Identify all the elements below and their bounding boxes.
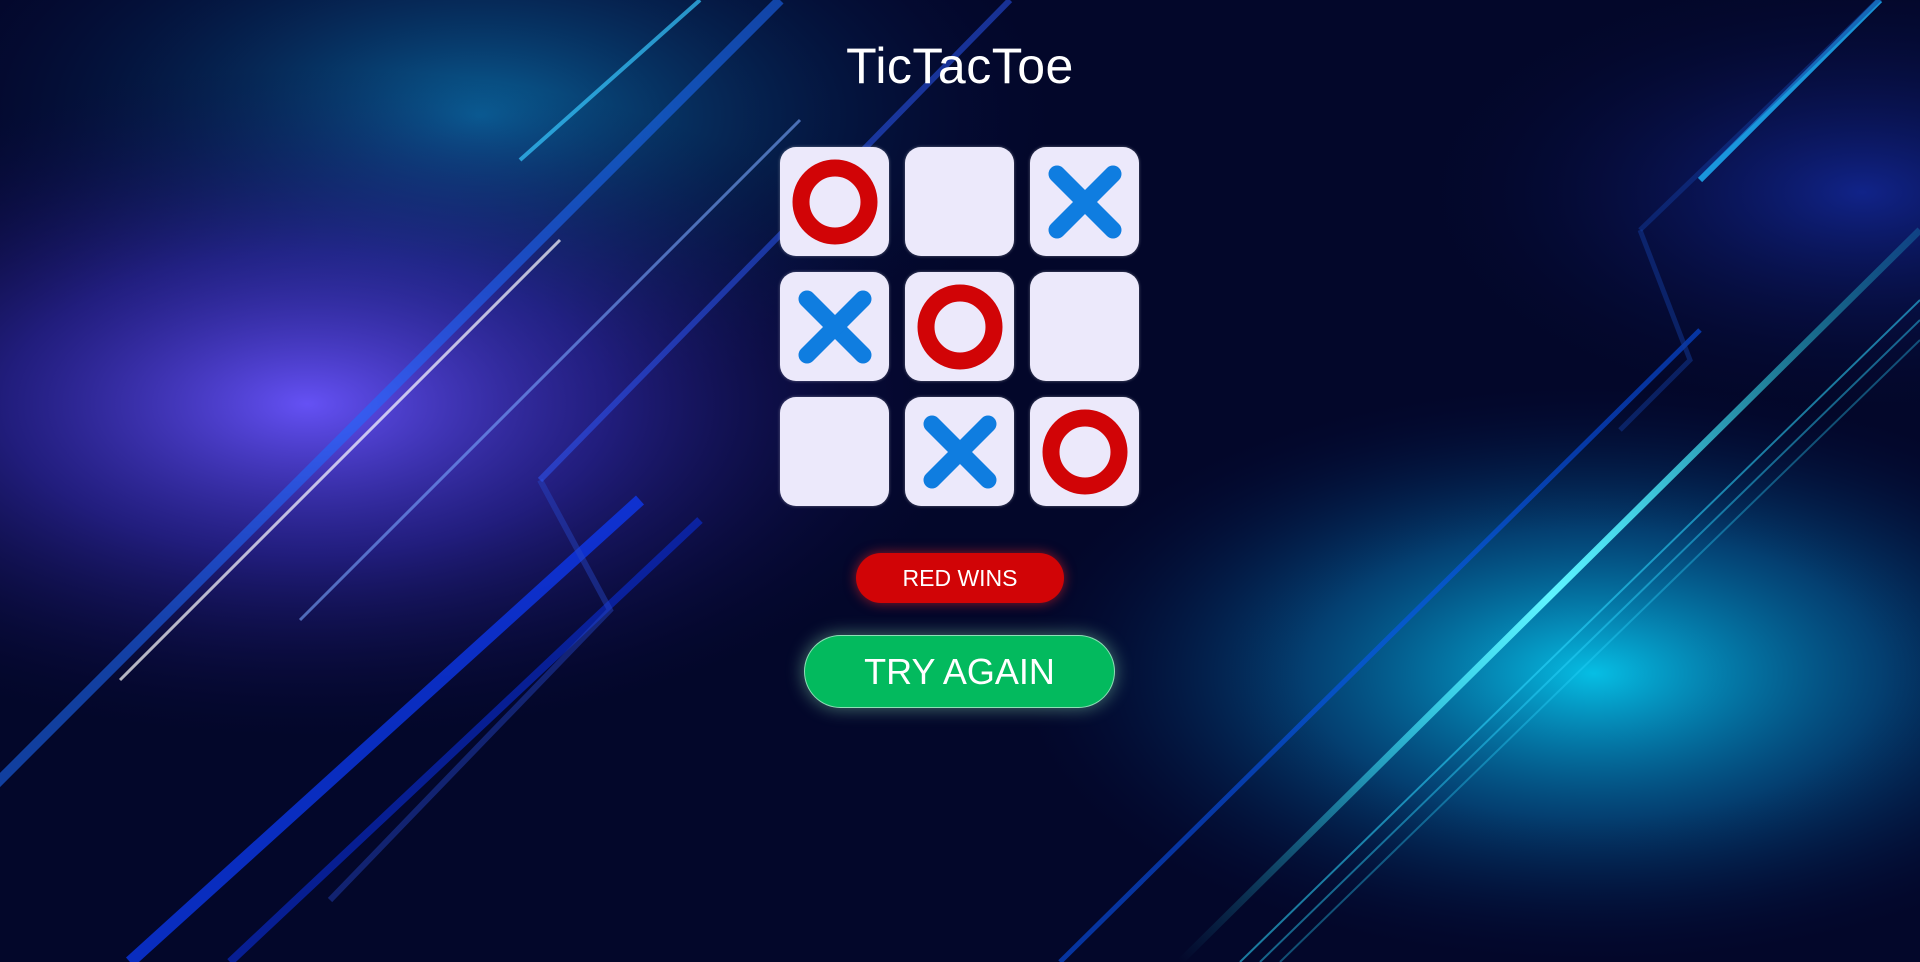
board-cell-9[interactable] bbox=[1030, 397, 1139, 506]
cross-icon bbox=[798, 290, 871, 363]
board-cell-2[interactable] bbox=[905, 147, 1014, 256]
page-title: TicTacToe bbox=[846, 38, 1074, 94]
board-cell-4[interactable] bbox=[780, 272, 889, 381]
board-cell-7[interactable] bbox=[780, 397, 889, 506]
cross-icon bbox=[923, 415, 996, 488]
ring-icon bbox=[792, 159, 877, 244]
board-cell-6[interactable] bbox=[1030, 272, 1139, 381]
board-cell-5[interactable] bbox=[905, 272, 1014, 381]
game-board bbox=[780, 147, 1141, 508]
try-again-button[interactable]: TRY AGAIN bbox=[804, 635, 1115, 708]
cross-icon bbox=[1048, 165, 1121, 238]
board-cell-3[interactable] bbox=[1030, 147, 1139, 256]
board-cell-1[interactable] bbox=[780, 147, 889, 256]
ring-icon bbox=[1042, 409, 1127, 494]
ring-icon bbox=[917, 284, 1002, 369]
result-badge: RED WINS bbox=[856, 553, 1064, 603]
board-cell-8[interactable] bbox=[905, 397, 1014, 506]
